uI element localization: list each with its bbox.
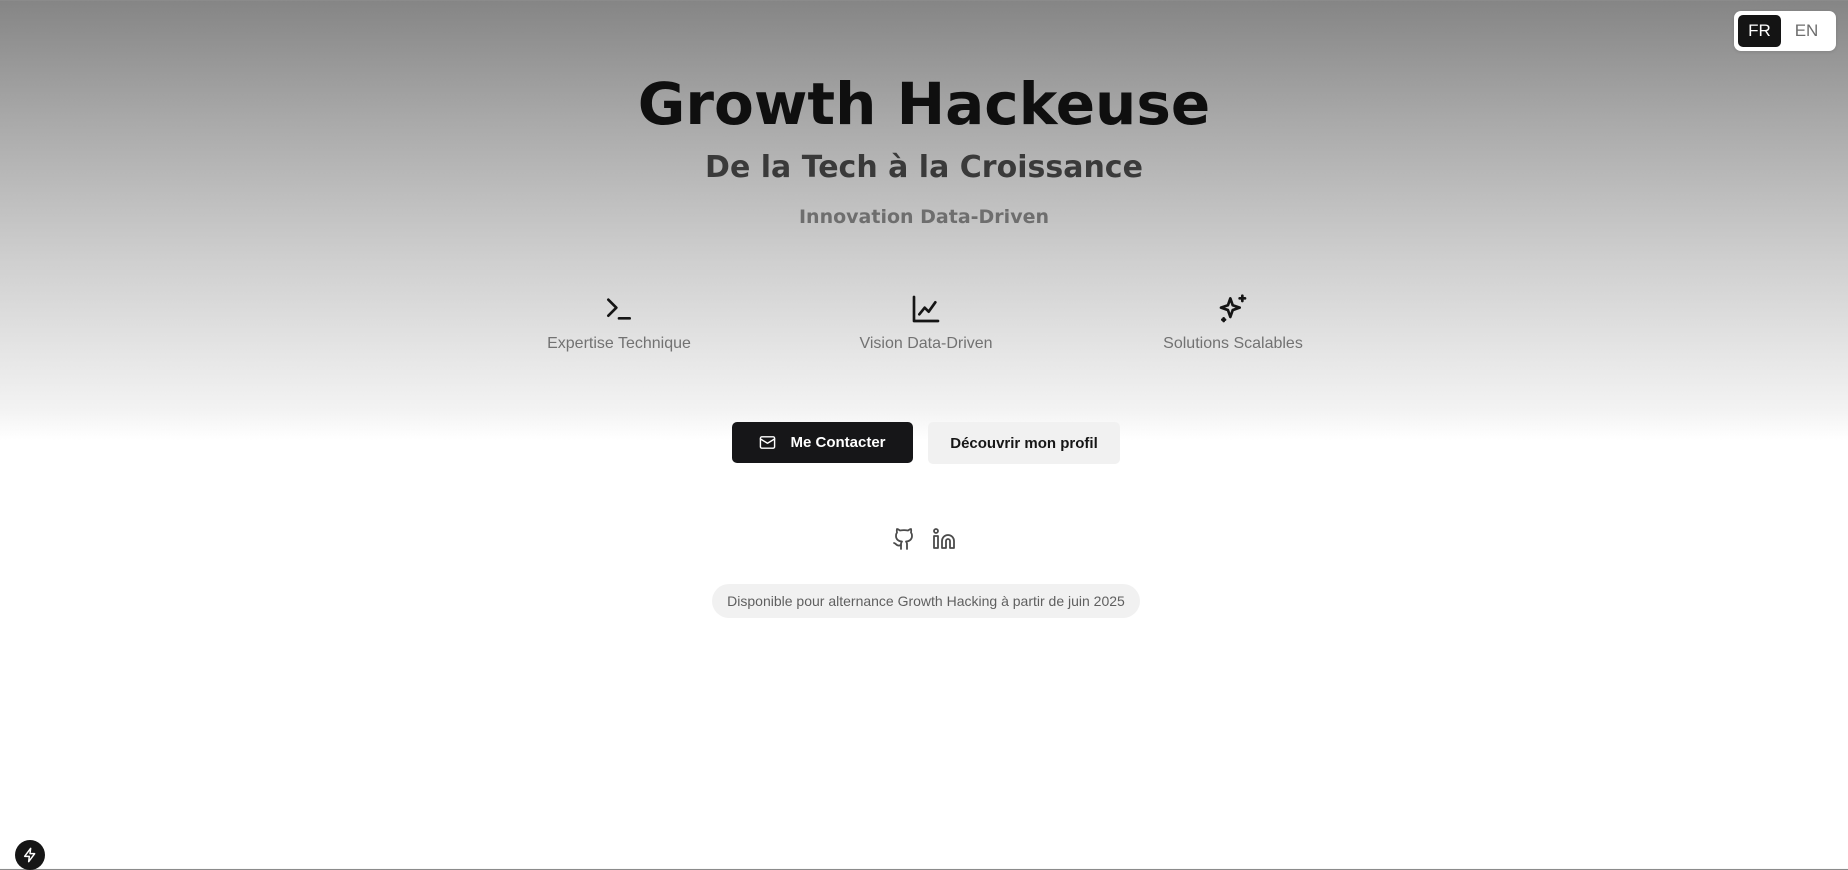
page-tagline: Innovation Data-Driven [798,206,1049,228]
feature-label: Expertise Technique [547,335,691,352]
line-chart-icon [912,295,940,323]
contact-button-label: Me Contacter [790,434,886,451]
dev-tools-button[interactable] [15,840,45,870]
linkedin-icon [933,528,955,549]
linkedin-link[interactable] [932,527,956,551]
feature-label: Vision Data-Driven [859,335,993,352]
page-title: Growth Hackeuse [637,70,1211,138]
github-link[interactable] [892,527,916,551]
language-en-button[interactable]: EN [1785,15,1828,47]
language-switch: FR EN [1734,11,1836,51]
availability-badge: Disponible pour alternance Growth Hackin… [712,584,1140,618]
social-links [892,527,956,551]
language-fr-button[interactable]: FR [1738,15,1781,47]
feature-item-technical-expertise: Expertise Technique [519,293,719,353]
feature-item-data-driven-vision: Vision Data-Driven [826,293,1026,353]
contact-button[interactable]: Me Contacter [732,422,913,463]
discover-profile-button[interactable]: Découvrir mon profil [928,422,1120,464]
terminal-icon [607,298,631,320]
feature-item-scalable-solutions: Solutions Scalables [1133,293,1333,353]
lightning-bolt-icon [23,847,36,863]
github-icon [893,528,913,550]
feature-label: Solutions Scalables [1163,335,1303,352]
page-subtitle: De la Tech à la Croissance [705,150,1143,185]
mail-icon [760,436,776,449]
feature-list: Expertise Technique Vision Data-Driven S… [0,293,1848,363]
sparkles-icon [1219,294,1247,323]
